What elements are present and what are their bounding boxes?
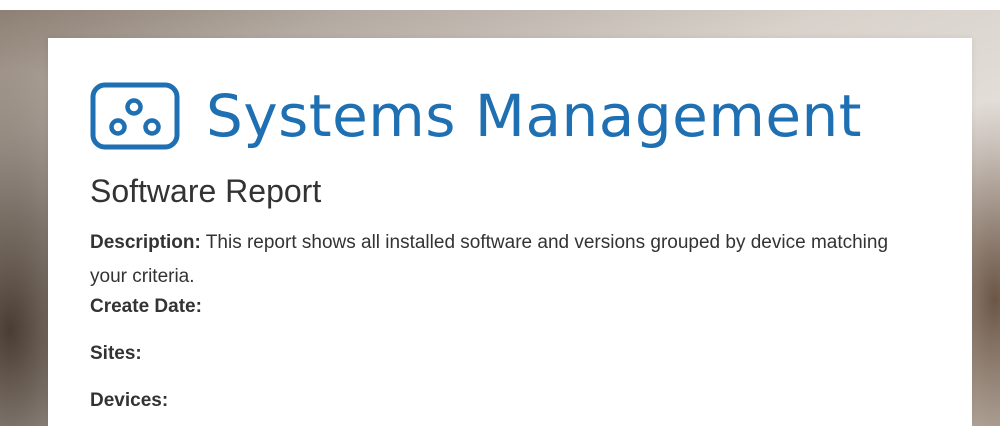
create-date-label: Create Date: <box>90 296 202 317</box>
brand-name: Systems Management <box>206 82 863 150</box>
top-edge <box>0 0 1000 10</box>
devices-label: Devices: <box>90 390 169 411</box>
systems-management-logo-icon <box>90 82 180 150</box>
description-text: This report shows all installed software… <box>90 232 889 287</box>
description-label: Description: <box>90 232 201 253</box>
report-card: Systems Management Software Report Descr… <box>48 38 972 426</box>
sites-label: Sites: <box>90 343 142 364</box>
report-title: Software Report <box>90 173 322 209</box>
brand-header: Systems Management <box>90 66 862 166</box>
report-description: Description: This report shows all insta… <box>90 226 920 294</box>
